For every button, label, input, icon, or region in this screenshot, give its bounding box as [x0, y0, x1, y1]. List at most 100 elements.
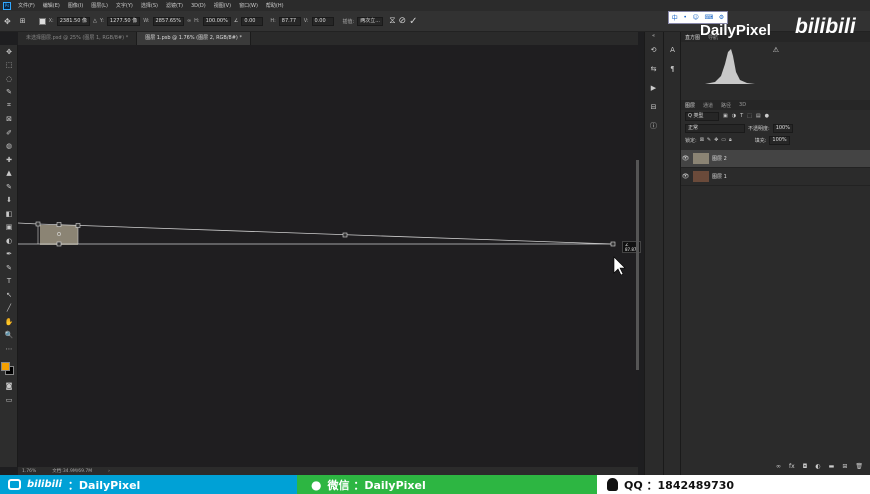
screen-mode-icon[interactable]: ▭: [0, 393, 18, 407]
angle-field[interactable]: 0.00: [241, 16, 264, 26]
visibility-eye-icon[interactable]: 👁︎: [681, 173, 690, 180]
freeform-tool-icon[interactable]: ✎: [0, 261, 18, 275]
transform-handle-right[interactable]: [610, 241, 616, 247]
hand-tool-icon[interactable]: ✋: [0, 315, 18, 329]
info-panel-icon[interactable]: ⓘ: [645, 116, 662, 135]
filter-shape-icon[interactable]: ⬚: [747, 113, 752, 119]
filter-type-icon[interactable]: T: [740, 113, 743, 119]
v-skew-field[interactable]: 0.00: [311, 16, 334, 26]
filter-smart-icon[interactable]: ▤: [756, 113, 761, 119]
menu-window[interactable]: 窗口(W): [235, 2, 262, 9]
delete-layer-icon[interactable]: 🗑︎: [855, 463, 863, 473]
status-menu-icon[interactable]: ›: [108, 469, 110, 474]
layer-row-1[interactable]: 👁︎ 图层 1: [681, 168, 870, 186]
fill-field[interactable]: 100%: [769, 135, 790, 145]
lasso-tool-icon[interactable]: ◌: [0, 72, 18, 86]
stamp-tool-icon[interactable]: ▲: [0, 167, 18, 181]
layer-name[interactable]: 图层 1: [712, 173, 727, 180]
menu-file[interactable]: 文件(F): [14, 2, 39, 9]
tab-layers[interactable]: 图层: [685, 102, 695, 109]
transform-handle-bm[interactable]: [56, 241, 62, 247]
reference-point-icon[interactable]: ⊞: [20, 17, 26, 25]
interpolation-select[interactable]: 两次立...: [357, 16, 384, 26]
zoom-tool-icon[interactable]: 🔍: [0, 329, 18, 343]
menu-3d[interactable]: 3D(D): [187, 3, 210, 9]
quick-mask-icon[interactable]: ◙: [0, 380, 18, 394]
tab-channels[interactable]: 通道: [703, 102, 713, 109]
marquee-tool-icon[interactable]: ⬚: [0, 59, 18, 73]
actions-panel-icon[interactable]: ▶: [645, 78, 662, 97]
visibility-eye-icon[interactable]: 👁︎: [681, 155, 690, 162]
ime-punct-icon[interactable]: •: [683, 14, 687, 21]
history-panel-icon[interactable]: ⟲: [645, 40, 662, 59]
filter-pixel-icon[interactable]: ▣: [723, 113, 728, 119]
move-tool-icon[interactable]: ✥: [4, 17, 11, 26]
add-mask-icon[interactable]: ◘: [803, 463, 808, 473]
histogram-warning-icon[interactable]: ⚠: [773, 46, 779, 54]
tab-document-1[interactable]: 未选择图层.psd @ 25% (图层 1, RGB/8#) *: [18, 32, 138, 45]
crop-tool-icon[interactable]: ⌗: [0, 99, 18, 113]
menu-view[interactable]: 视图(V): [210, 2, 235, 9]
x-field[interactable]: 2381.50 像: [56, 16, 90, 26]
document-canvas[interactable]: ∠ 87.87°: [18, 45, 642, 467]
eyedropper-tool-icon[interactable]: ✐: [0, 126, 18, 140]
menu-edit[interactable]: 编辑(E): [39, 2, 64, 9]
move-tool-icon[interactable]: ✥: [0, 45, 18, 59]
lock-all-icon[interactable]: 🔒︎: [729, 137, 732, 143]
ime-chinese-icon[interactable]: 中: [672, 13, 678, 22]
layer-style-icon[interactable]: fx: [789, 463, 795, 473]
new-adjustment-icon[interactable]: ◐: [815, 463, 820, 473]
zoom-level[interactable]: 1.76%: [22, 469, 36, 474]
menu-select[interactable]: 选择(S): [137, 2, 162, 9]
vertical-scrollbar[interactable]: [636, 160, 639, 370]
h-field[interactable]: 100.00%: [202, 16, 231, 26]
dodge-tool-icon[interactable]: ◐: [0, 234, 18, 248]
ime-settings-icon[interactable]: ⚙: [719, 14, 724, 21]
ime-keyboard-icon[interactable]: ⌨: [704, 14, 713, 21]
ime-emoji-icon[interactable]: ☺: [693, 14, 699, 21]
tab-paths[interactable]: 路径: [721, 102, 731, 109]
h-skew-field[interactable]: 87.77: [278, 16, 301, 26]
menu-type[interactable]: 文字(Y): [112, 2, 137, 9]
y-field[interactable]: 1277.50 像: [106, 16, 141, 26]
lock-image-icon[interactable]: ✎: [707, 137, 711, 143]
new-group-icon[interactable]: ▬: [829, 463, 835, 473]
quick-select-tool-icon[interactable]: ✎: [0, 86, 18, 100]
menu-filter[interactable]: 滤镜(T): [162, 2, 187, 9]
frame-tool-icon[interactable]: ⊠: [0, 113, 18, 127]
lock-transparent-icon[interactable]: ⊠: [700, 137, 704, 143]
menu-layer[interactable]: 图层(L): [87, 2, 112, 9]
cancel-icon[interactable]: ⊘: [399, 16, 407, 26]
transform-handle-tl[interactable]: [35, 221, 41, 227]
healing-tool-icon[interactable]: ◍: [0, 140, 18, 154]
paragraph-panel-icon[interactable]: ¶: [664, 59, 681, 78]
adjustments-panel-icon[interactable]: ⊟: [645, 97, 662, 116]
new-layer-icon[interactable]: ⊞: [842, 463, 847, 473]
transform-handle-mid[interactable]: [342, 232, 348, 238]
link-layers-icon[interactable]: ∞: [776, 463, 781, 473]
layer-kind-filter[interactable]: Q 类型: [685, 111, 719, 121]
foreground-color-swatch[interactable]: [1, 361, 10, 371]
tab-histogram[interactable]: 直方图: [685, 34, 700, 41]
type-tool-icon[interactable]: T: [0, 275, 18, 289]
collapse-panels-icon[interactable]: «: [645, 32, 662, 40]
layer-name[interactable]: 图层 2: [712, 155, 727, 162]
brush-tool-icon[interactable]: ✚: [0, 153, 18, 167]
character-panel-icon[interactable]: A: [664, 40, 681, 59]
eraser-tool-icon[interactable]: ⬇: [0, 194, 18, 208]
link-icon[interactable]: ∞: [187, 18, 191, 24]
app-logo[interactable]: Ps: [0, 0, 14, 11]
properties-panel-icon[interactable]: ⇆: [645, 59, 662, 78]
layer-row-2[interactable]: 👁︎ 图层 2: [681, 150, 870, 168]
relative-position-icon[interactable]: △: [93, 18, 97, 24]
blur-tool-icon[interactable]: ▣: [0, 221, 18, 235]
commit-icon[interactable]: ✓: [409, 16, 417, 27]
pen-tool-icon[interactable]: ✒: [0, 248, 18, 262]
gradient-tool-icon[interactable]: ◧: [0, 207, 18, 221]
tab-document-2[interactable]: 图层 1.psb @ 1.76% (图层 2, RGB/8#) *: [137, 32, 251, 45]
lock-artboard-icon[interactable]: ▭: [721, 137, 726, 143]
reference-point-checkbox[interactable]: [38, 17, 46, 25]
menu-help[interactable]: 帮助(H): [262, 2, 288, 9]
transform-handle-tr[interactable]: [75, 223, 81, 228]
history-brush-tool-icon[interactable]: ✎: [0, 180, 18, 194]
